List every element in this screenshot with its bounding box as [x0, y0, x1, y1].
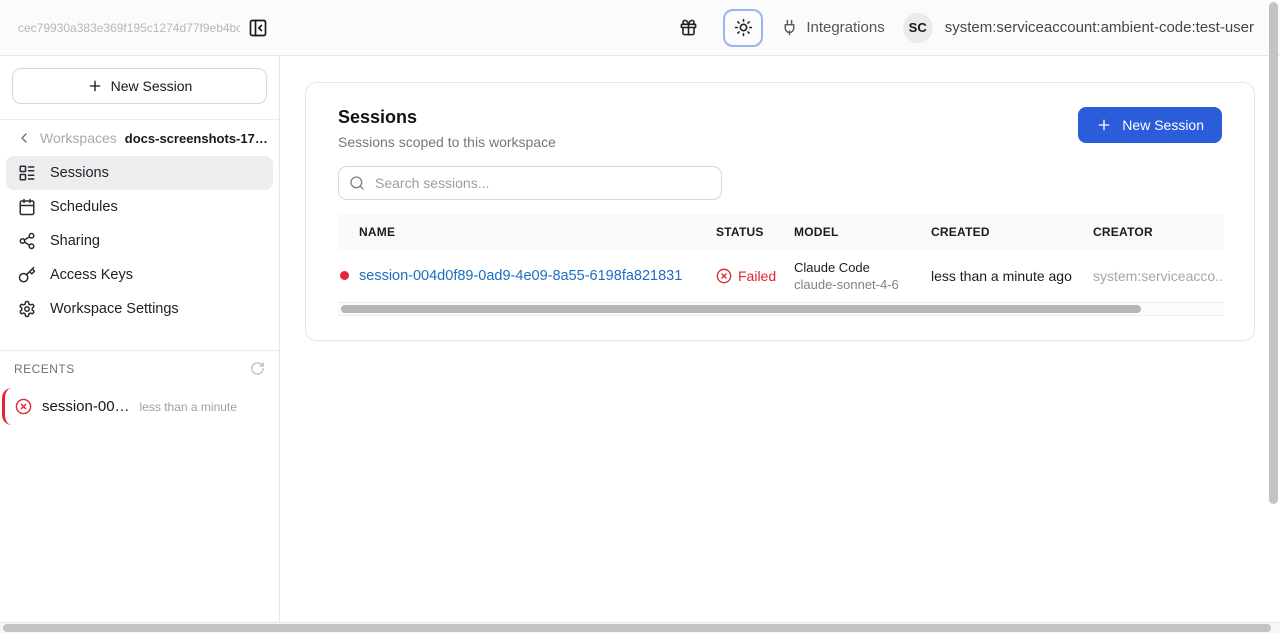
status-badge: Failed	[716, 268, 786, 284]
user-menu[interactable]: SC system:serviceaccount:ambient-code:te…	[903, 13, 1254, 43]
avatar: SC	[903, 13, 933, 43]
breadcrumb: Workspaces docs-screenshots-17…	[0, 120, 279, 154]
key-icon	[18, 266, 36, 284]
main-content: Sessions Sessions scoped to this workspa…	[280, 56, 1280, 622]
recents-section: RECENTS session-00… less than a minute	[0, 350, 279, 425]
sidebar-item-label: Workspace Settings	[50, 301, 179, 317]
plus-icon	[1096, 117, 1112, 133]
refresh-icon	[250, 361, 265, 376]
workspace-hash: cec79930a383e369f195c1274d77f9eb4bc3fa19	[18, 21, 240, 35]
table-scrollbar-thumb[interactable]	[341, 305, 1141, 313]
session-name-cell: session-004d0f89-0ad9-4e09-8a55-6198fa82…	[338, 268, 708, 284]
sidebar: New Session Workspaces docs-screenshots-…	[0, 56, 280, 622]
sidebar-item-sharing[interactable]: Sharing	[6, 224, 273, 258]
sidebar-item-label: Sessions	[50, 165, 109, 181]
session-link[interactable]: session-004d0f89-0ad9-4e09-8a55-6198fa82…	[359, 268, 682, 284]
gift-icon	[679, 18, 698, 37]
recent-session-item[interactable]: session-00… less than a minute	[2, 388, 277, 425]
status-label: Failed	[738, 268, 776, 284]
column-header-model: MODEL	[794, 214, 931, 250]
sidebar-nav: Sessions Schedules Sharing Access Keys	[0, 154, 279, 328]
layout-list-icon	[18, 164, 36, 182]
column-header-created: CREATED	[931, 214, 1093, 250]
sessions-table: NAME STATUS MODEL CREATED CREATOR sessio…	[338, 214, 1224, 303]
sidebar-item-access-keys[interactable]: Access Keys	[6, 258, 273, 292]
panel-left-close-icon	[248, 18, 268, 38]
gear-icon	[18, 300, 36, 318]
topbar-left: cec79930a383e369f195c1274d77f9eb4bc3fa19	[0, 0, 280, 55]
sidebar-new-session-label: New Session	[111, 78, 193, 94]
column-header-name: NAME	[338, 214, 716, 250]
status-dot-icon	[340, 271, 349, 280]
account-name: system:serviceaccount:ambient-code:test-…	[945, 19, 1254, 36]
sun-icon	[734, 18, 753, 37]
page-vertical-scrollbar-thumb[interactable]	[1269, 2, 1278, 504]
chevron-left-icon	[16, 130, 32, 146]
integrations-link[interactable]: Integrations	[781, 19, 884, 36]
whats-new-button[interactable]	[671, 11, 705, 45]
topbar-right: Integrations SC system:serviceaccount:am…	[280, 0, 1280, 55]
page-hscrollbar-thumb[interactable]	[3, 624, 1271, 632]
sidebar-item-label: Schedules	[50, 199, 118, 215]
circle-x-icon	[15, 398, 32, 415]
recents-title: RECENTS	[14, 362, 75, 376]
table-row: session-004d0f89-0ad9-4e09-8a55-6198fa82…	[338, 250, 1224, 302]
plus-icon	[87, 78, 103, 94]
sidebar-item-workspace-settings[interactable]: Workspace Settings	[6, 292, 273, 326]
sessions-card: Sessions Sessions scoped to this workspa…	[305, 82, 1255, 341]
sidebar-item-label: Access Keys	[50, 267, 133, 283]
back-to-workspaces-button[interactable]	[16, 130, 32, 146]
sidebar-item-label: Sharing	[50, 233, 100, 249]
table-horizontal-scrollbar	[338, 303, 1224, 316]
page-horizontal-scrollbar	[0, 622, 1280, 633]
created-at: less than a minute ago	[931, 250, 1093, 302]
search-wrapper	[338, 166, 722, 200]
sidebar-item-sessions[interactable]: Sessions	[6, 156, 273, 190]
card-title-block: Sessions Sessions scoped to this workspa…	[338, 107, 556, 150]
plug-icon	[781, 19, 798, 36]
topbar: cec79930a383e369f195c1274d77f9eb4bc3fa19	[0, 0, 1280, 56]
workspaces-label[interactable]: Workspaces	[40, 130, 117, 146]
theme-toggle-button[interactable]	[723, 9, 763, 47]
creator: system:serviceacco..	[1093, 250, 1224, 302]
calendar-icon	[18, 198, 36, 216]
card-header: Sessions Sessions scoped to this workspa…	[338, 107, 1222, 150]
column-header-creator: CREATOR	[1093, 214, 1224, 250]
share-icon	[18, 232, 36, 250]
sidebar-new-session-button[interactable]: New Session	[12, 68, 267, 104]
column-header-status: STATUS	[716, 214, 794, 250]
table-header-row: NAME STATUS MODEL CREATED CREATOR	[338, 214, 1224, 250]
search-icon	[349, 175, 365, 191]
sidebar-item-schedules[interactable]: Schedules	[6, 190, 273, 224]
model-name: Claude Code	[794, 260, 923, 275]
recents-refresh-button[interactable]	[250, 361, 265, 376]
new-session-label: New Session	[1122, 117, 1204, 133]
sidebar-collapse-button[interactable]	[246, 16, 270, 40]
new-session-button[interactable]: New Session	[1078, 107, 1222, 143]
workspace-name: docs-screenshots-17…	[125, 131, 267, 146]
recents-header: RECENTS	[0, 361, 279, 382]
page-subtitle: Sessions scoped to this workspace	[338, 134, 556, 150]
model-id: claude-sonnet-4-6	[794, 277, 923, 292]
search-input[interactable]	[338, 166, 722, 200]
circle-x-icon	[716, 268, 732, 284]
app: cec79930a383e369f195c1274d77f9eb4bc3fa19	[0, 0, 1280, 622]
integrations-label: Integrations	[806, 19, 884, 36]
recent-session-time: less than a minute	[140, 400, 237, 414]
page-title: Sessions	[338, 107, 556, 128]
recent-session-name: session-00…	[42, 398, 130, 415]
